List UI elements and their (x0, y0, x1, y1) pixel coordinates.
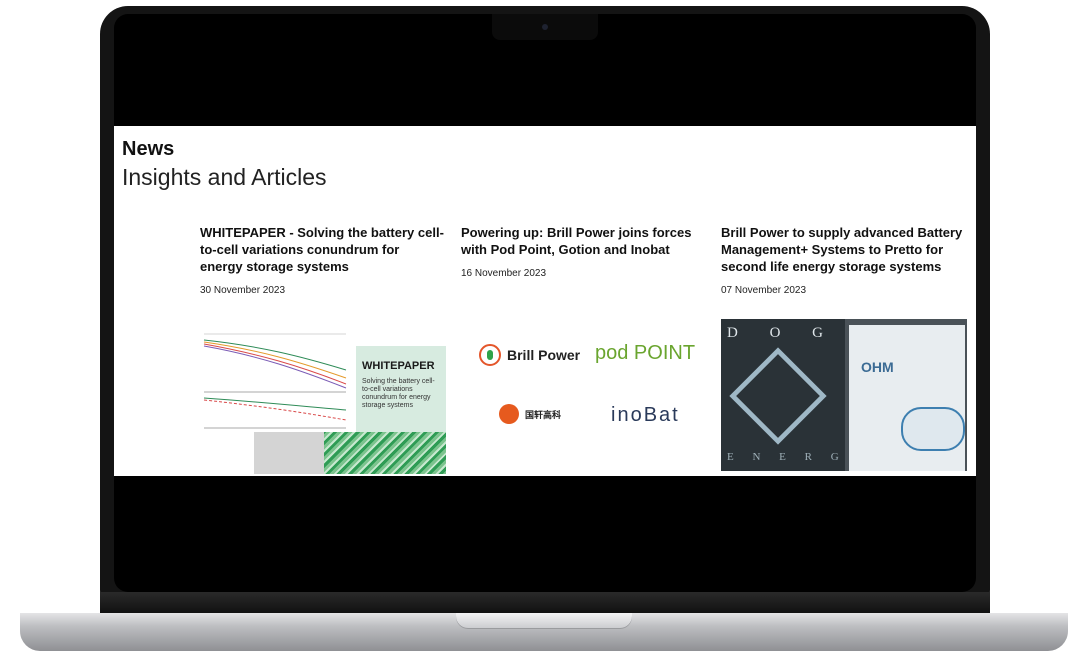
article-card-pretto[interactable]: Brill Power to supply advanced Battery M… (721, 224, 967, 471)
inobat-logo: inoBat (611, 404, 680, 426)
grey-block (254, 432, 324, 474)
article-thumbnail[interactable]: D O G M A E N E R G I A OHM (721, 319, 967, 471)
gotion-logo: 国轩高科 (499, 404, 561, 424)
article-date: 30 November 2023 (200, 285, 286, 296)
camera-icon (542, 24, 548, 30)
ohm-brand: OHM (861, 359, 894, 375)
article-date: 16 November 2023 (461, 268, 547, 279)
cabinet-dots-icon (901, 407, 965, 451)
article-date: 07 November 2023 (721, 285, 807, 296)
article-card-partners[interactable]: Powering up: Brill Power joins forces wi… (461, 224, 707, 464)
whitepaper-badge: WHITEPAPER (362, 360, 435, 372)
news-section: News Insights and Articles WHITEPAPER - … (114, 126, 976, 476)
capacity-chart-icon (203, 333, 347, 429)
section-eyebrow: News (122, 138, 175, 160)
article-thumbnail[interactable]: WHITEPAPER Solving the battery cell-to-c… (200, 322, 446, 474)
article-title[interactable]: WHITEPAPER - Solving the battery cell-to… (200, 224, 444, 275)
laptop-hinge (100, 592, 990, 614)
article-title[interactable]: Brill Power to supply advanced Battery M… (721, 224, 965, 275)
whitepaper-panel: WHITEPAPER Solving the battery cell-to-c… (356, 346, 446, 446)
laptop-opening-lip (456, 613, 632, 629)
pod-point-logo: pod POINT (595, 342, 696, 364)
gotion-icon (499, 404, 519, 424)
whitepaper-caption: Solving the battery cell-to-cell variati… (362, 378, 435, 409)
article-card-whitepaper[interactable]: WHITEPAPER - Solving the battery cell-to… (200, 224, 446, 474)
brill-power-icon (479, 344, 501, 366)
brill-power-logo: Brill Power (479, 344, 580, 366)
section-heading: Insights and Articles (122, 164, 327, 190)
article-title[interactable]: Powering up: Brill Power joins forces wi… (461, 224, 705, 258)
article-thumbnail[interactable]: Brill Power pod POINT 国轩高科 inoBat (461, 312, 707, 464)
